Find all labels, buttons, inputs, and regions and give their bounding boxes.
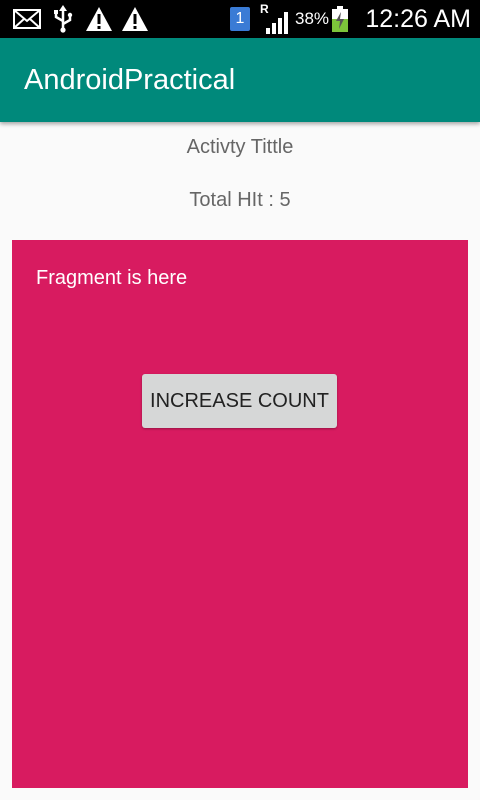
battery-charging-icon bbox=[330, 0, 350, 38]
clock: 12:26 AM bbox=[365, 5, 471, 33]
warning-icon bbox=[84, 0, 114, 38]
signal-icon: R bbox=[259, 0, 293, 38]
activity-title: Activty Tittle bbox=[186, 136, 294, 158]
sim-icon: 1 bbox=[229, 0, 251, 38]
roaming-indicator: R bbox=[260, 2, 269, 16]
sim-badge: 1 bbox=[230, 7, 250, 31]
total-hit-counter: Total HIt : 5 bbox=[189, 189, 291, 211]
status-bar: 1 R 38% 12:26 AM bbox=[0, 0, 480, 38]
mail-icon bbox=[12, 0, 42, 38]
app-bar: AndroidPractical bbox=[0, 38, 480, 122]
warning-icon bbox=[120, 0, 150, 38]
fragment-container: Fragment is here INCREASE COUNT bbox=[12, 240, 468, 788]
increase-count-button[interactable]: INCREASE COUNT bbox=[142, 374, 337, 428]
fragment-label: Fragment is here bbox=[36, 267, 188, 289]
usb-icon bbox=[50, 0, 76, 38]
app-title: AndroidPractical bbox=[24, 64, 236, 96]
battery-percent: 38% bbox=[295, 9, 330, 28]
